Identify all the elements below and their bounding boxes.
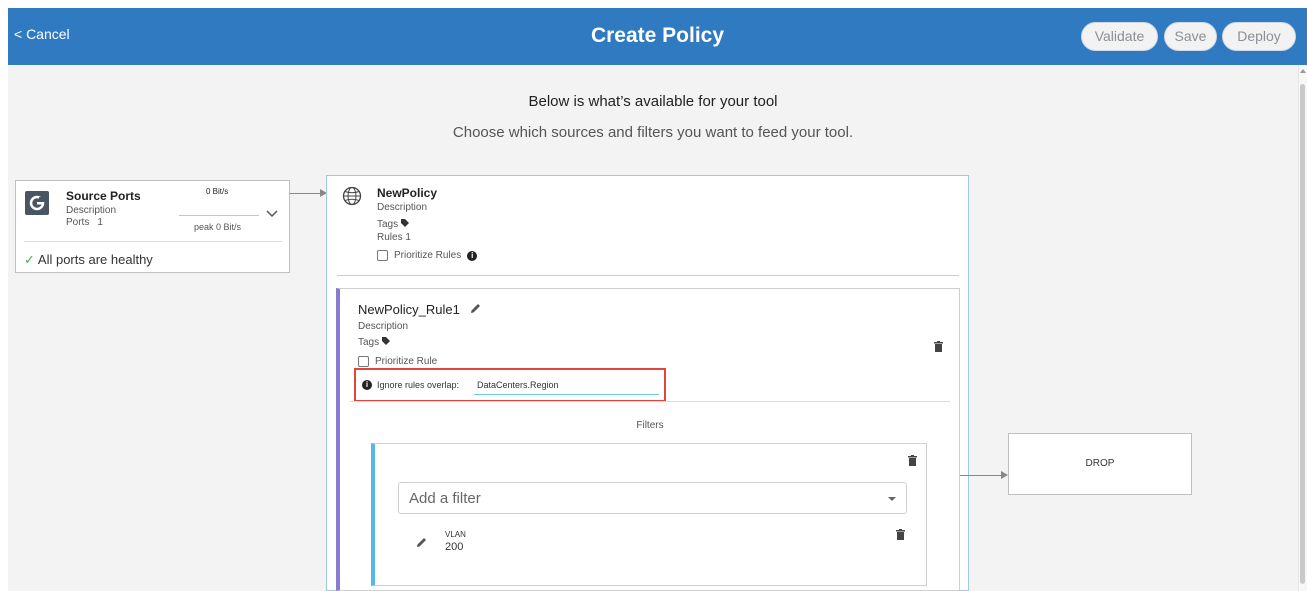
source-rate: 0 Bit/s [206,187,229,196]
ignore-overlap-label-row: i Ignore rules overlap: [362,380,459,390]
scroll-up-arrow-icon[interactable] [1300,69,1306,73]
policy-tags: Tags [377,219,410,230]
intro-heading: Below is what’s available for your tool [528,93,778,110]
save-button[interactable]: Save [1164,22,1217,51]
tag-icon [400,219,410,230]
drop-label: DROP [1085,458,1115,469]
edit-pencil-icon[interactable] [416,535,427,553]
health-status: ✓ All ports are healthy [24,252,153,268]
intro-subheading: Choose which sources and filters you wan… [452,124,854,141]
divider [24,241,282,242]
rule-description: Description [358,321,409,332]
chevron-down-icon[interactable] [266,205,278,223]
divider [350,401,950,402]
filter-item-name: VLAN [445,530,466,539]
rate-sparkline [179,215,259,216]
policy-description: Description [377,202,428,213]
ports-count: 1 [97,217,103,228]
tag-icon [381,337,391,348]
prioritize-rule-label: Prioritize Rule [375,356,438,367]
globe-icon [342,186,362,211]
ignore-overlap-input[interactable] [474,375,659,395]
window-frame-top [0,0,1307,8]
rule-tags-label: Tags [358,337,380,348]
filter-item-value: 200 [445,541,464,553]
policy-name: NewPolicy [377,186,438,200]
policy-rules-count: Rules 1 [377,232,411,243]
info-icon[interactable]: i [467,250,478,261]
add-filter-select[interactable]: Add a filter [398,482,907,514]
caret-down-icon [888,497,896,501]
window-frame-left [0,8,8,591]
rule-tags: Tags [358,337,391,348]
source-description: Description [66,205,117,216]
rule-name: NewPolicy_Rule1 [358,302,460,317]
scrollbar-thumb[interactable] [1300,84,1305,584]
connector-line [290,193,320,194]
prioritize-rules-checkbox[interactable] [377,250,388,261]
source-title: Source Ports [66,189,141,203]
prioritize-rules-label: Prioritize Rules [394,250,462,261]
connector-line [960,475,1001,476]
source-ports-card[interactable]: Source Ports Description Ports 1 0 Bit/s … [15,180,290,273]
trash-icon[interactable] [934,339,943,357]
policy-tags-label: Tags [377,219,399,230]
edit-pencil-icon[interactable] [470,302,481,317]
info-icon[interactable]: i [362,380,372,390]
source-ports-row: Ports 1 [66,217,103,228]
divider [337,275,959,276]
prioritize-rule-checkbox[interactable] [358,356,369,367]
ignore-overlap-highlight: i Ignore rules overlap: [354,368,666,402]
rule-name-row: NewPolicy_Rule1 [358,302,481,317]
filter-card[interactable]: Add a filter VLAN 200 [371,443,927,586]
validate-button[interactable]: Validate [1081,22,1158,51]
prioritize-rules-row: Prioritize Rules i [377,250,478,261]
gigamon-logo-icon [25,191,49,215]
deploy-button[interactable]: Deploy [1222,22,1296,51]
trash-icon[interactable] [908,453,917,471]
health-text: All ports are healthy [37,252,153,267]
filters-heading: Filters [636,420,664,431]
arrow-right-icon [1001,471,1008,479]
ports-label: Ports [66,217,90,228]
top-bar: < Cancel Create Policy Validate Save Dep… [8,8,1307,65]
drop-target-card[interactable]: DROP [1008,433,1192,495]
add-filter-placeholder: Add a filter [409,490,481,507]
trash-icon[interactable] [896,527,905,545]
source-peak: peak 0 Bit/s [194,222,242,232]
ignore-overlap-label: Ignore rules overlap: [377,380,460,390]
checkmark-icon: ✓ [24,252,35,267]
prioritize-rule-row: Prioritize Rule [358,356,437,367]
